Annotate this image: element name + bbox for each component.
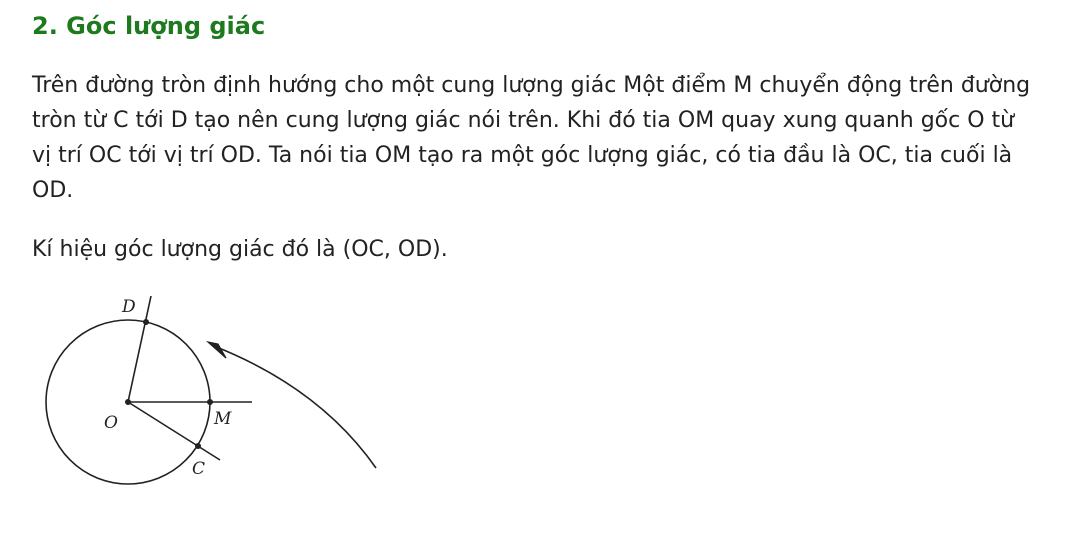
definition-paragraph: Trên đường tròn định hướng cho một cung …	[32, 73, 1031, 203]
label-d: D	[121, 297, 136, 317]
label-m: M	[213, 409, 232, 429]
point-c	[195, 443, 201, 449]
label-c: C	[192, 459, 205, 479]
notation-paragraph: Kí hiệu góc lượng giác đó là (OC, OD).	[32, 237, 448, 262]
label-o: O	[104, 413, 118, 433]
point-d	[143, 319, 149, 325]
point-m	[207, 399, 213, 405]
ray-oc	[127, 401, 221, 461]
point-o	[125, 399, 131, 405]
trig-angle-figure: D O M C	[30, 288, 390, 498]
section-heading: 2. Góc lượng giác	[32, 12, 266, 40]
rotation-arc	[213, 345, 377, 469]
